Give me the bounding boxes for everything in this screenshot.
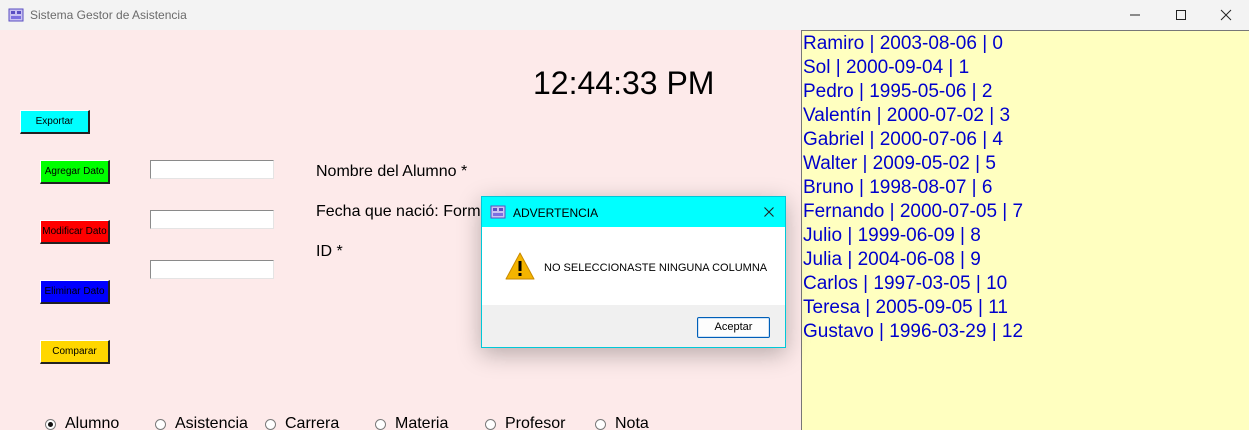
dialog-close-button[interactable]	[758, 201, 780, 223]
list-item[interactable]: Sol | 2000-09-04 | 1	[803, 57, 969, 79]
radio-label: Carrera	[285, 415, 340, 430]
id-input[interactable]	[150, 260, 274, 279]
radio-label: Nota	[615, 415, 649, 430]
radio-selected-indicator	[45, 419, 56, 430]
app-icon	[490, 205, 506, 219]
close-icon	[764, 207, 774, 217]
app-icon	[8, 8, 24, 22]
clock-display: 12:44:33 PM	[533, 65, 715, 101]
minimize-icon	[1130, 14, 1140, 16]
student-name-label: Nombre del Alumno *	[316, 163, 468, 180]
radio-indicator	[595, 419, 606, 430]
list-item[interactable]: Pedro | 1995-05-06 | 2	[803, 81, 992, 103]
list-item[interactable]: Teresa | 2005-09-05 | 11	[803, 297, 1008, 319]
list-item[interactable]: Julio | 1999-06-09 | 8	[803, 225, 981, 247]
radio-indicator	[155, 419, 166, 430]
title-bar: Sistema Gestor de Asistencia	[0, 0, 1249, 30]
list-item[interactable]: Carlos | 1997-03-05 | 10	[803, 273, 1007, 295]
maximize-button[interactable]	[1158, 0, 1204, 30]
list-item[interactable]: Valentín | 2000-07-02 | 3	[803, 105, 1010, 127]
radio-label: Alumno	[65, 415, 120, 430]
dialog-title-bar: ADVERTENCIA	[482, 197, 785, 227]
radio-label: Profesor	[505, 415, 566, 430]
records-list[interactable]: Ramiro | 2003-08-06 | 0 Sol | 2000-09-04…	[801, 30, 1249, 430]
id-label: ID *	[316, 243, 343, 260]
list-item[interactable]: Gabriel | 2000-07-06 | 4	[803, 129, 1003, 151]
window-title: Sistema Gestor de Asistencia	[30, 8, 187, 22]
compare-button[interactable]: Comparar	[40, 340, 110, 364]
export-button[interactable]: Exportar	[20, 110, 90, 134]
maximize-icon	[1176, 10, 1186, 20]
birthdate-input[interactable]	[150, 210, 274, 229]
warning-icon	[505, 252, 535, 280]
close-icon	[1220, 9, 1232, 21]
list-item[interactable]: Bruno | 1998-08-07 | 6	[803, 177, 992, 199]
list-item[interactable]: Gustavo | 1996-03-29 | 12	[803, 321, 1023, 343]
radio-indicator	[375, 419, 386, 430]
delete-record-button[interactable]: Eliminar Dato	[40, 280, 110, 304]
dialog-title: ADVERTENCIA	[513, 206, 599, 220]
radio-indicator	[485, 419, 496, 430]
accept-button[interactable]: Aceptar	[697, 317, 770, 338]
list-item[interactable]: Walter | 2009-05-02 | 5	[803, 153, 996, 175]
student-name-input[interactable]	[150, 160, 274, 179]
dialog-message: NO SELECCIONASTE NINGUNA COLUMNA	[544, 262, 768, 274]
dialog-body: NO SELECCIONASTE NINGUNA COLUMNA	[482, 227, 785, 305]
close-window-button[interactable]	[1203, 0, 1249, 30]
warning-dialog: ADVERTENCIA NO SELECCIONASTE NINGUNA COL…	[481, 196, 786, 348]
radio-indicator	[265, 419, 276, 430]
minimize-button[interactable]	[1112, 0, 1158, 30]
add-record-button[interactable]: Agregar Dato	[40, 160, 110, 184]
radio-label: Asistencia	[175, 415, 248, 430]
radio-label: Materia	[395, 415, 449, 430]
list-item[interactable]: Julia | 2004-06-08 | 9	[803, 249, 981, 271]
list-item[interactable]: Ramiro | 2003-08-06 | 0	[803, 33, 1003, 55]
list-item[interactable]: Fernando | 2000-07-05 | 7	[803, 201, 1023, 223]
modify-record-button[interactable]: Modificar Dato	[40, 220, 110, 244]
